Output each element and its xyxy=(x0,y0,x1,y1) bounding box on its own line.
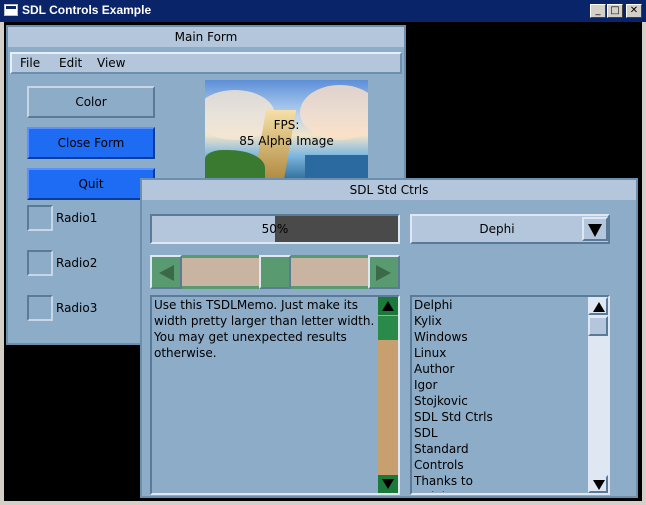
std-ctrls-window[interactable]: SDL Std Ctrls 50% Dephi Use this TSDLMem… xyxy=(140,178,638,498)
list-item[interactable]: Delphi xyxy=(414,298,453,312)
list-box[interactable]: Delphi Kylix Windows Linux Author Igor Stojkov… xyxy=(410,295,610,495)
list-scroll-up-button[interactable] xyxy=(588,297,608,315)
memo-line: otherwise. xyxy=(154,346,217,360)
minimize-button[interactable]: _ xyxy=(590,4,606,18)
list-item[interactable]: Kylix xyxy=(414,314,442,328)
image-sea xyxy=(305,155,368,180)
list-item[interactable]: Standard xyxy=(414,442,469,456)
up-triangle-icon xyxy=(593,302,605,312)
list-item[interactable]: Controls xyxy=(414,458,464,472)
fps-label: FPS: xyxy=(273,118,300,132)
window-border-bottom xyxy=(0,501,646,505)
down-triangle-icon xyxy=(382,479,394,489)
radio3-label[interactable]: Radio3 xyxy=(56,301,97,315)
radio3-box[interactable] xyxy=(27,295,53,321)
list-item[interactable]: Stojkovic xyxy=(414,394,468,408)
std-ctrls-title[interactable]: SDL Std Ctrls xyxy=(142,180,636,200)
list-item[interactable]: SDL Std Ctrls xyxy=(414,410,493,424)
window-border-left xyxy=(0,22,4,505)
menu-view[interactable]: View xyxy=(97,56,125,70)
radio1-box[interactable] xyxy=(27,205,53,231)
menu-edit[interactable]: Edit xyxy=(59,56,82,70)
memo-scrollbar[interactable] xyxy=(378,297,398,493)
close-button[interactable]: ✕ xyxy=(626,4,642,18)
up-triangle-icon xyxy=(382,301,394,311)
progress-label: 50% xyxy=(261,222,289,236)
main-menu-bar: File Edit View xyxy=(10,52,402,74)
combo-box[interactable]: Dephi xyxy=(410,214,610,244)
list-item[interactable]: Linux xyxy=(414,346,446,360)
memo-text[interactable]: Use this TSDLMemo. Just make its width pr… xyxy=(154,298,374,488)
fps-value: 85 Alpha Image xyxy=(239,134,334,148)
memo-line: width pretty larger than letter width. xyxy=(154,314,374,328)
main-form-title[interactable]: Main Form xyxy=(8,27,404,47)
memo[interactable]: Use this TSDLMemo. Just make its width pr… xyxy=(150,295,400,495)
trackbar-left-button[interactable] xyxy=(150,255,182,289)
memo-line: You may get unexpected results xyxy=(154,330,347,344)
maximize-button[interactable]: □ xyxy=(607,4,623,18)
alpha-image: FPS: 85 Alpha Image xyxy=(205,80,368,180)
list-item[interactable]: Igor xyxy=(414,378,437,392)
trackbar-thumb[interactable] xyxy=(259,255,291,289)
down-triangle-icon xyxy=(588,224,602,237)
image-land xyxy=(205,150,265,180)
trackbar[interactable] xyxy=(150,255,400,289)
list-scrollbar[interactable] xyxy=(588,297,608,493)
memo-scroll-up-button[interactable] xyxy=(378,297,398,315)
memo-line: Use this TSDLMemo. Just make its xyxy=(154,298,358,312)
window-titlebar[interactable]: SDL Controls Example _ □ ✕ xyxy=(0,0,646,22)
list-items[interactable]: Delphi Kylix Windows Linux Author Igor Stojkov… xyxy=(414,298,584,492)
list-item[interactable]: SDL xyxy=(414,426,438,440)
memo-scroll-thumb[interactable] xyxy=(378,316,398,340)
right-arrow-icon xyxy=(376,265,391,281)
trackbar-right-button[interactable] xyxy=(368,255,400,289)
down-triangle-icon xyxy=(593,480,605,490)
quit-button[interactable]: Quit xyxy=(27,168,155,200)
progress-bar: 50% xyxy=(150,214,400,244)
list-item[interactable]: Tadek xyxy=(414,490,449,492)
combo-selected: Dephi xyxy=(479,222,515,236)
list-item[interactable]: Thanks to xyxy=(414,474,473,488)
menu-file[interactable]: File xyxy=(20,56,40,70)
radio1-label[interactable]: Radio1 xyxy=(56,211,97,225)
list-item[interactable]: Author xyxy=(414,362,454,376)
radio2-label[interactable]: Radio2 xyxy=(56,256,97,270)
memo-scroll-down-button[interactable] xyxy=(378,475,398,493)
color-button[interactable]: Color xyxy=(27,86,155,118)
app-icon xyxy=(4,4,18,16)
window-title: SDL Controls Example xyxy=(22,3,152,17)
list-scroll-down-button[interactable] xyxy=(588,475,608,493)
list-scroll-thumb[interactable] xyxy=(588,316,608,336)
radio2-box[interactable] xyxy=(27,250,53,276)
combo-dropdown-button[interactable] xyxy=(582,217,608,241)
close-form-button[interactable]: Close Form xyxy=(27,127,155,159)
window-border-right xyxy=(642,22,646,505)
left-arrow-icon xyxy=(159,265,174,281)
list-item[interactable]: Windows xyxy=(414,330,468,344)
